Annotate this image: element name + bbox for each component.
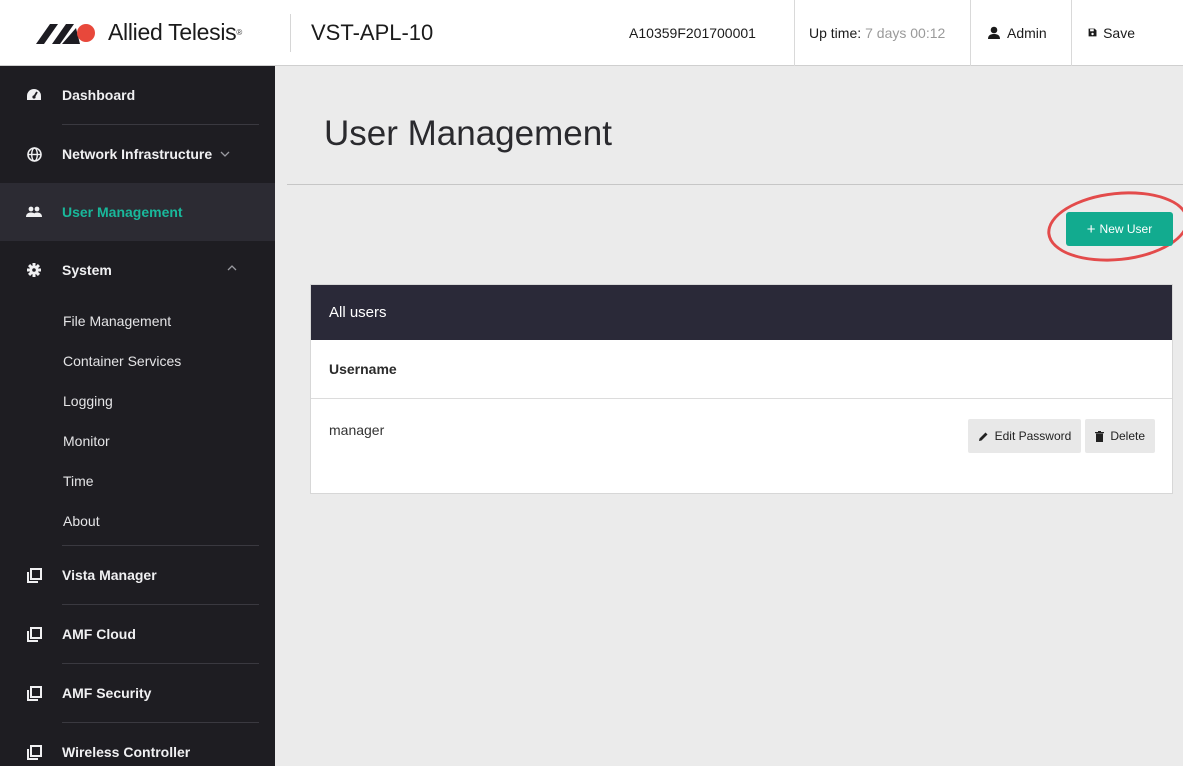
- sidebar-item-amf-cloud[interactable]: AMF Cloud: [0, 605, 275, 663]
- delete-button[interactable]: Delete: [1085, 419, 1155, 453]
- brand-registered-mark: ®: [236, 28, 243, 37]
- sidebar-item-label: System: [62, 262, 112, 278]
- edit-password-button[interactable]: Edit Password: [967, 419, 1082, 453]
- window-icon: [26, 685, 42, 701]
- system-submenu: File Management Container Services Loggi…: [0, 299, 275, 545]
- sidebar-item-label: Wireless Controller: [62, 744, 191, 760]
- plus-icon: +: [1086, 220, 1096, 238]
- new-user-button[interactable]: + New User: [1066, 212, 1173, 246]
- user-label: Admin: [1007, 24, 1047, 41]
- sidebar-item-label: Network Infrastructure: [62, 146, 213, 162]
- sidebar-item-wireless-controller[interactable]: Wireless Controller: [0, 723, 275, 766]
- brand[interactable]: Allied Telesis ®: [0, 0, 290, 66]
- user-icon: [988, 26, 1000, 39]
- sidebar: Dashboard Network Infrastructure User Ma…: [0, 66, 275, 766]
- table-row: manager Edit Password Delete: [311, 399, 1172, 493]
- users-icon: [26, 204, 42, 220]
- delete-label: Delete: [1110, 429, 1145, 443]
- sidebar-item-network-infrastructure[interactable]: Network Infrastructure: [0, 125, 275, 183]
- brand-name: Allied Telesis: [108, 19, 237, 45]
- sidebar-item-user-management[interactable]: User Management: [0, 183, 275, 241]
- sidebar-subitem-file-management[interactable]: File Management: [0, 301, 275, 341]
- save-icon: [1088, 28, 1097, 37]
- sidebar-item-label: Dashboard: [62, 87, 136, 103]
- user-menu-button[interactable]: Admin: [970, 0, 1071, 66]
- top-bar: Allied Telesis ® VST-APL-10 A10359F201700…: [0, 0, 1183, 66]
- main-content: User Management + New User All users Use…: [287, 66, 1183, 766]
- username-cell: manager: [329, 422, 385, 438]
- pencil-icon: [978, 432, 988, 441]
- page-title: User Management: [324, 114, 612, 153]
- panel-title: All users: [311, 285, 1172, 340]
- sidebar-subitem-time[interactable]: Time: [0, 461, 275, 501]
- sidebar-subitem-monitor[interactable]: Monitor: [0, 421, 275, 461]
- sidebar-item-amf-security[interactable]: AMF Security: [0, 664, 275, 722]
- sidebar-item-label: AMF Security: [62, 685, 152, 701]
- dashboard-icon: [26, 87, 42, 103]
- sidebar-item-label: AMF Cloud: [62, 626, 136, 642]
- sidebar-subitem-logging[interactable]: Logging: [0, 381, 275, 421]
- window-icon: [26, 744, 42, 760]
- uptime-label: Up time:: [809, 24, 862, 41]
- uptime: Up time: 7 days 00:12: [794, 0, 970, 66]
- save-button[interactable]: Save: [1071, 0, 1149, 66]
- serial-number: A10359F201700001: [629, 24, 756, 41]
- window-icon: [26, 567, 42, 583]
- row-actions: Edit Password Delete: [967, 419, 1155, 453]
- sidebar-item-label: Vista Manager: [62, 567, 157, 583]
- all-users-panel: All users Username manager Edit Password…: [310, 284, 1173, 494]
- uptime-value: 7 days 00:12: [865, 24, 946, 41]
- sidebar-item-label: User Management: [62, 204, 183, 220]
- chevron-up-icon: [227, 265, 237, 271]
- device-name: VST-APL-10: [311, 19, 434, 45]
- window-icon: [26, 626, 42, 642]
- globe-icon: [26, 146, 42, 162]
- sidebar-item-vista-manager[interactable]: Vista Manager: [0, 546, 275, 604]
- sidebar-subitem-container-services[interactable]: Container Services: [0, 341, 275, 381]
- divider: [287, 184, 1183, 185]
- save-label: Save: [1103, 24, 1135, 41]
- new-user-label: New User: [1099, 222, 1153, 236]
- sidebar-item-dashboard[interactable]: Dashboard: [0, 66, 275, 124]
- column-header-username: Username: [311, 340, 1172, 399]
- allied-telesis-logo: [36, 23, 95, 44]
- edit-password-label: Edit Password: [994, 429, 1072, 443]
- sidebar-item-system[interactable]: System: [0, 241, 275, 299]
- chevron-down-icon: [220, 151, 230, 157]
- trash-icon: [1095, 430, 1105, 442]
- gear-icon: [26, 262, 42, 278]
- sidebar-subitem-about[interactable]: About: [0, 501, 275, 541]
